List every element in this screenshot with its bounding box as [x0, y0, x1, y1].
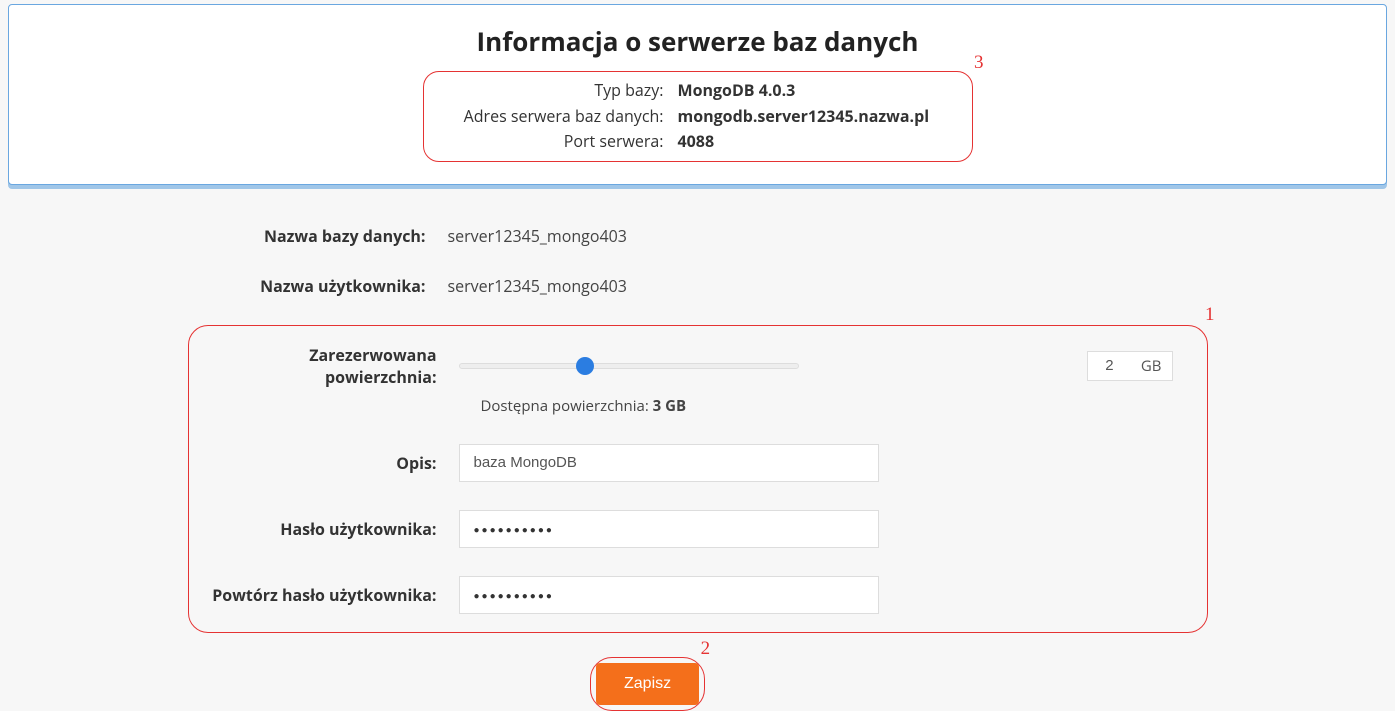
reserved-size-unit: GB [1131, 351, 1173, 381]
description-input[interactable] [459, 444, 879, 482]
row-available-space: Dostępna powierzchnia: 3 GB [481, 396, 1197, 416]
annotation-2: 2 [701, 638, 711, 660]
reserved-slider[interactable] [459, 363, 799, 369]
server-info-highlight: 3 Typ bazy: MongoDB 4.0.3 Adres serwera … [423, 71, 973, 162]
db-addr-value: mongodb.server12345.nazwa.pl [678, 104, 930, 130]
username-label: Nazwa użytkownika: [188, 275, 448, 297]
dbname-value: server12345_mongo403 [448, 225, 627, 247]
row-password: Hasło użytkownika: ●●●●●●●●●● [199, 510, 1197, 548]
password-repeat-label: Powtórz hasło użytkownika: [199, 584, 459, 606]
password-label: Hasło użytkownika: [199, 518, 459, 540]
config-highlight-group: 1 Zarezerwowana powierzchnia: GB Dostępn… [188, 325, 1208, 633]
db-port-label: Port serwera: [438, 129, 678, 155]
username-value: server12345_mongo403 [448, 275, 627, 297]
reserved-slider-wrap: GB [459, 351, 1197, 381]
password-repeat-input[interactable]: ●●●●●●●●●● [459, 576, 879, 614]
row-password-repeat: Powtórz hasło użytkownika: ●●●●●●●●●● [199, 576, 1197, 614]
db-port-value: 4088 [678, 129, 715, 155]
save-highlight: 2 Zapisz [590, 657, 705, 711]
reserved-size-input[interactable] [1087, 351, 1131, 381]
available-value: 3 GB [653, 396, 686, 416]
reserved-label: Zarezerwowana powierzchnia: [199, 344, 459, 388]
info-row-addr: Adres serwera baz danych: mongodb.server… [438, 104, 958, 130]
dbname-label: Nazwa bazy danych: [188, 225, 448, 247]
db-config-form: Nazwa bazy danych: server12345_mongo403 … [188, 225, 1208, 633]
info-row-type: Typ bazy: MongoDB 4.0.3 [438, 78, 958, 104]
row-username: Nazwa użytkownika: server12345_mongo403 [188, 275, 1208, 297]
db-type-label: Typ bazy: [438, 78, 678, 104]
db-type-value: MongoDB 4.0.3 [678, 78, 796, 104]
info-row-port: Port serwera: 4088 [438, 129, 958, 155]
available-label: Dostępna powierzchnia: [481, 396, 653, 416]
description-label: Opis: [199, 452, 459, 474]
annotation-3: 3 [974, 52, 984, 74]
row-dbname: Nazwa bazy danych: server12345_mongo403 [188, 225, 1208, 247]
row-reserved-space: Zarezerwowana powierzchnia: GB [199, 344, 1197, 388]
annotation-1: 1 [1205, 304, 1215, 326]
row-description: Opis: [199, 444, 1197, 482]
save-button[interactable]: Zapisz [596, 663, 699, 705]
server-info-panel: Informacja o serwerze baz danych 3 Typ b… [8, 4, 1387, 185]
server-info-title: Informacja o serwerze baz danych [29, 23, 1366, 59]
save-wrap: 2 Zapisz [590, 657, 705, 711]
password-input[interactable]: ●●●●●●●●●● [459, 510, 879, 548]
reserved-slider-thumb[interactable] [576, 357, 594, 375]
db-addr-label: Adres serwera baz danych: [438, 104, 678, 130]
